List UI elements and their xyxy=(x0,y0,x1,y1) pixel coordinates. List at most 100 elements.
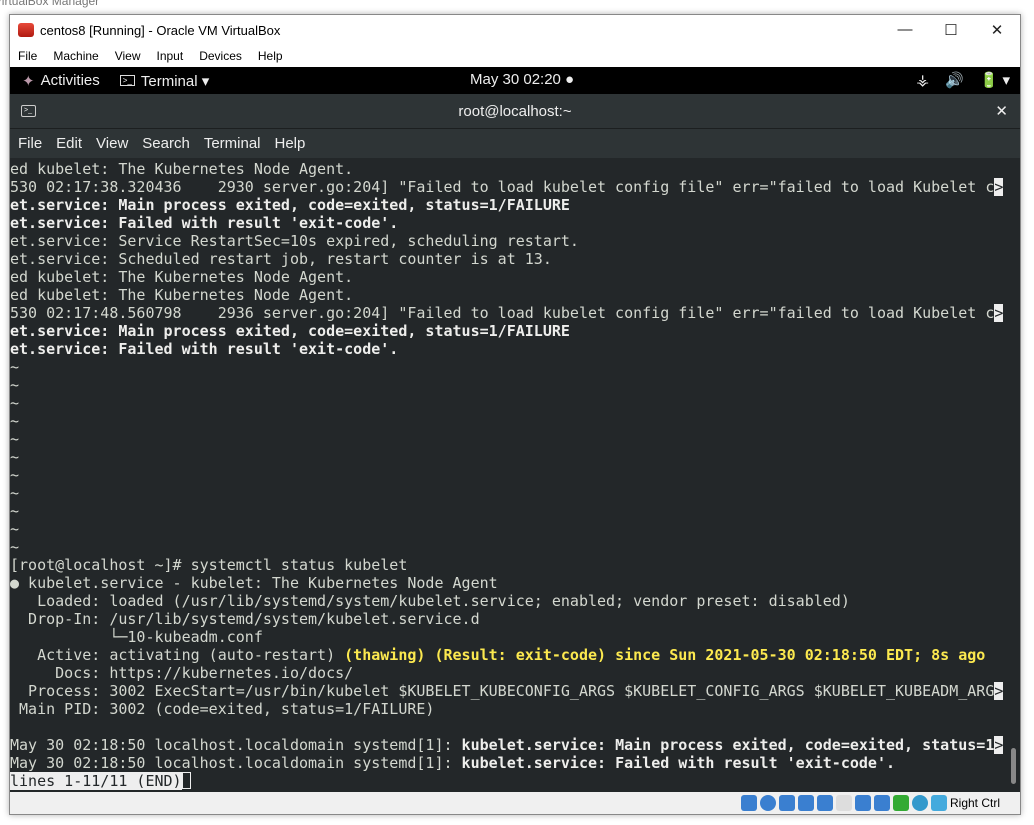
menu-input[interactable]: Input xyxy=(157,49,184,63)
terminal-text: ed kubelet: The Kubernetes Node Agent. xyxy=(10,160,354,178)
terminal-text: ~ xyxy=(10,412,20,430)
terminal-line: 530 02:17:48.560798 2936 server.go:204] … xyxy=(10,304,1020,322)
clock[interactable]: May 30 02:20 ● xyxy=(470,71,574,88)
video-capture-icon[interactable] xyxy=(873,795,890,811)
battery-menu-icon: 🔋 ▾ xyxy=(979,72,1010,89)
terminal-text: Docs: https://kubernetes.io/docs/ xyxy=(10,664,354,682)
usb-icon[interactable] xyxy=(816,795,833,811)
terminal-text: 530 02:17:38.320436 2930 server.go:204] … xyxy=(10,178,995,196)
terminal-text: └─10-kubeadm.conf xyxy=(10,628,263,646)
terminal-line: Drop-In: /usr/lib/systemd/system/kubelet… xyxy=(10,610,1020,628)
terminal-text: ~ xyxy=(10,448,20,466)
terminal-text: ~ xyxy=(10,358,20,376)
menu-view[interactable]: View xyxy=(115,49,141,63)
mouse-integration-icon[interactable] xyxy=(911,795,928,811)
menu-file[interactable]: File xyxy=(18,49,37,63)
menu-machine[interactable]: Machine xyxy=(53,49,98,63)
truncation-marker: lines 1-11/11 (END) xyxy=(10,772,182,790)
terminal-text: ~ xyxy=(10,538,20,556)
terminal-text: ~ xyxy=(10,502,20,520)
terminal-line: lines 1-11/11 (END) xyxy=(10,772,1020,790)
terminal-menu-help[interactable]: Help xyxy=(275,135,306,152)
terminal-line: Active: activating (auto-restart) (thawi… xyxy=(10,646,1020,664)
terminal-text: Main PID: 3002 (code=exited, status=1/FA… xyxy=(10,700,435,718)
terminal-text: May 30 02:18:50 localhost.localdomain sy… xyxy=(10,736,462,754)
terminal-line: ~ xyxy=(10,484,1020,502)
terminal-text: ~ xyxy=(10,394,20,412)
vm-window: centos8 [Running] - Oracle VM VirtualBox… xyxy=(9,14,1021,815)
terminal-text: et.service: Scheduled restart job, resta… xyxy=(10,250,552,268)
terminal-menu-terminal[interactable]: Terminal xyxy=(204,135,261,152)
terminal-line: Main PID: 3002 (code=exited, status=1/FA… xyxy=(10,700,1020,718)
activities-label: Activities xyxy=(40,72,100,89)
terminal-line: et.service: Service RestartSec=10s expir… xyxy=(10,232,1020,250)
terminal-line: et.service: Failed with result 'exit-cod… xyxy=(10,340,1020,358)
truncation-marker: > xyxy=(994,736,1004,754)
terminal-line: ~ xyxy=(10,502,1020,520)
terminal-text: et.service: Service RestartSec=10s expir… xyxy=(10,232,579,250)
network-icon: ⚶ xyxy=(916,72,929,89)
virtualbox-icon xyxy=(18,23,34,37)
network-adapter-icon[interactable] xyxy=(797,795,814,811)
terminal-menu-search[interactable]: Search xyxy=(142,135,190,152)
volume-icon: 🔊 xyxy=(944,72,964,89)
terminal-line: et.service: Failed with result 'exit-cod… xyxy=(10,214,1020,232)
terminal-line: May 30 02:18:50 localhost.localdomain sy… xyxy=(10,736,1020,754)
terminal-text: et.service: Failed with result 'exit-cod… xyxy=(10,340,399,358)
activities-button[interactable]: ✦ Activities xyxy=(22,72,100,90)
terminal-text: ed kubelet: The Kubernetes Node Agent. xyxy=(10,268,354,286)
terminal-text: kubelet.service: Main process exited, co… xyxy=(461,736,995,754)
audio-icon[interactable] xyxy=(778,795,795,811)
terminal-menu-edit[interactable]: Edit xyxy=(56,135,82,152)
terminal-line: ed kubelet: The Kubernetes Node Agent. xyxy=(10,160,1020,178)
terminal-line: et.service: Scheduled restart job, resta… xyxy=(10,250,1020,268)
terminal-text: et.service: Failed with result 'exit-cod… xyxy=(10,214,399,232)
hard-disk-icon[interactable] xyxy=(740,795,757,811)
terminal-line: ~ xyxy=(10,430,1020,448)
terminal-line: ~ xyxy=(10,394,1020,412)
terminal-text: [root@localhost ~]# systemctl status kub… xyxy=(10,556,408,574)
terminal-title: root@localhost:~ xyxy=(458,102,572,120)
minimize-button[interactable]: — xyxy=(882,21,928,39)
terminal-line: ed kubelet: The Kubernetes Node Agent. xyxy=(10,268,1020,286)
vbox-menubar: File Machine View Input Devices Help xyxy=(10,45,1020,67)
display-icon[interactable] xyxy=(854,795,871,811)
close-button[interactable]: ✕ xyxy=(974,21,1020,39)
gnome-top-bar: ✦ Activities >_ Terminal ▾ May 30 02:20 ● … xyxy=(10,67,1020,94)
terminal-text: et.service: Main process exited, code=ex… xyxy=(10,322,570,340)
terminal-text: ● kubelet.service - kubelet: The Kuberne… xyxy=(10,574,498,592)
terminal-close-button[interactable]: ✕ xyxy=(995,102,1008,120)
terminal-text: kubelet.service: Failed with result 'exi… xyxy=(461,754,896,772)
terminal-text: Loaded: loaded (/usr/lib/systemd/system/… xyxy=(10,592,850,610)
terminal-line: Process: 3002 ExecStart=/usr/bin/kubelet… xyxy=(10,682,1020,700)
terminal-text: 530 02:17:48.560798 2936 server.go:204] … xyxy=(10,304,995,322)
terminal-line: Docs: https://kubernetes.io/docs/ xyxy=(10,664,1020,682)
system-tray[interactable]: ⚶ 🔊 🔋 ▾ xyxy=(916,71,1010,89)
cpu-icon[interactable] xyxy=(892,795,909,811)
terminal-output[interactable]: ed kubelet: The Kubernetes Node Agent. 53… xyxy=(10,158,1020,793)
truncation-marker: > xyxy=(994,304,1004,322)
cursor xyxy=(181,772,191,789)
terminal-line: ~ xyxy=(10,520,1020,538)
truncation-marker: > xyxy=(994,178,1004,196)
menu-help[interactable]: Help xyxy=(258,49,283,63)
optical-drive-icon[interactable] xyxy=(759,795,776,811)
maximize-button[interactable]: ☐ xyxy=(928,21,974,39)
terminal-text: Process: 3002 ExecStart=/usr/bin/kubelet… xyxy=(10,682,995,700)
terminal-line: └─10-kubeadm.conf xyxy=(10,628,1020,646)
menu-devices[interactable]: Devices xyxy=(199,49,242,63)
app-menu-terminal[interactable]: >_ Terminal ▾ xyxy=(119,72,209,90)
terminal-text: ~ xyxy=(10,430,20,448)
shared-folders-icon[interactable] xyxy=(835,795,852,811)
terminal-text: May 30 02:18:50 localhost.localdomain sy… xyxy=(10,754,462,772)
terminal-text: ~ xyxy=(10,376,20,394)
keyboard-capture-icon[interactable] xyxy=(930,795,947,811)
terminal-menu-file[interactable]: File xyxy=(18,135,42,152)
terminal-line: [root@localhost ~]# systemctl status kub… xyxy=(10,556,1020,574)
terminal-text: et.service: Main process exited, code=ex… xyxy=(10,196,570,214)
terminal-text: ~ xyxy=(10,484,20,502)
vm-statusbar: Right Ctrl xyxy=(10,792,1020,814)
terminal-line: ~ xyxy=(10,538,1020,556)
terminal-scrollbar[interactable] xyxy=(1011,748,1016,784)
terminal-menu-view[interactable]: View xyxy=(96,135,128,152)
